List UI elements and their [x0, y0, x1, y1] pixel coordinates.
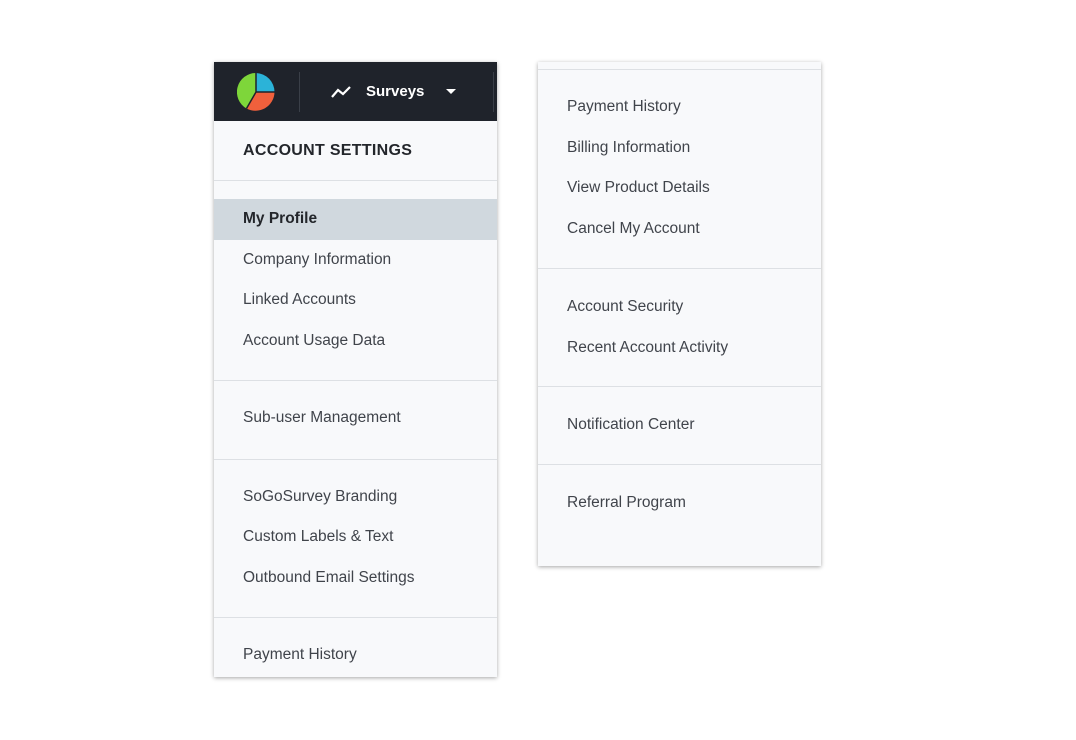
menu-group: Sub-user Management [214, 381, 497, 460]
menu-group: Payment History [214, 618, 497, 676]
menu-group: Notification Center [538, 387, 821, 465]
menu-item-branding[interactable]: SoGoSurvey Branding [214, 477, 497, 518]
menu-group: Payment History Billing Information View… [538, 70, 821, 269]
top-nav-bar: Surveys [214, 62, 497, 121]
menu-item-notification-center[interactable]: Notification Center [538, 405, 821, 446]
account-settings-menu: Surveys ACCOUNT SETTINGS My Profile Comp… [214, 62, 497, 677]
menu-item-recent-activity[interactable]: Recent Account Activity [538, 328, 821, 370]
trend-line-icon [331, 85, 351, 98]
menu-item-billing-information[interactable]: Billing Information [538, 128, 821, 169]
surveys-label: Surveys [366, 83, 425, 100]
menu-group: Account Security Recent Account Activity [538, 269, 821, 387]
menu-item-payment-history[interactable]: Payment History [214, 635, 497, 676]
menu-item-company-information[interactable]: Company Information [214, 240, 497, 281]
menu-item-account-usage-data[interactable]: Account Usage Data [214, 321, 497, 362]
menu-item-view-product-details[interactable]: View Product Details [538, 168, 821, 209]
chevron-down-icon [446, 89, 457, 94]
menu-group: SoGoSurvey Branding Custom Labels & Text… [214, 460, 497, 618]
menu-item-cancel-account[interactable]: Cancel My Account [538, 209, 821, 250]
menu-item-custom-labels[interactable]: Custom Labels & Text [214, 517, 497, 558]
menu-title: ACCOUNT SETTINGS [214, 121, 497, 181]
menu-item-linked-accounts[interactable]: Linked Accounts [214, 280, 497, 321]
menu-item-my-profile[interactable]: My Profile [214, 199, 497, 240]
menu-item-account-security[interactable]: Account Security [538, 286, 821, 328]
menu-group: Referral Program [538, 465, 821, 524]
menu-item-outbound-email[interactable]: Outbound Email Settings [214, 558, 497, 599]
sogosurvey-logo-icon[interactable] [237, 73, 275, 111]
menu-item-sub-user-management[interactable]: Sub-user Management [214, 398, 497, 439]
menu-group: My Profile Company Information Linked Ac… [214, 181, 497, 381]
menu-item-referral-program[interactable]: Referral Program [538, 483, 821, 524]
menu-item-payment-history[interactable]: Payment History [538, 87, 821, 128]
surveys-dropdown[interactable]: Surveys [330, 62, 457, 121]
account-settings-menu-continued: Payment History Billing Information View… [538, 62, 821, 566]
